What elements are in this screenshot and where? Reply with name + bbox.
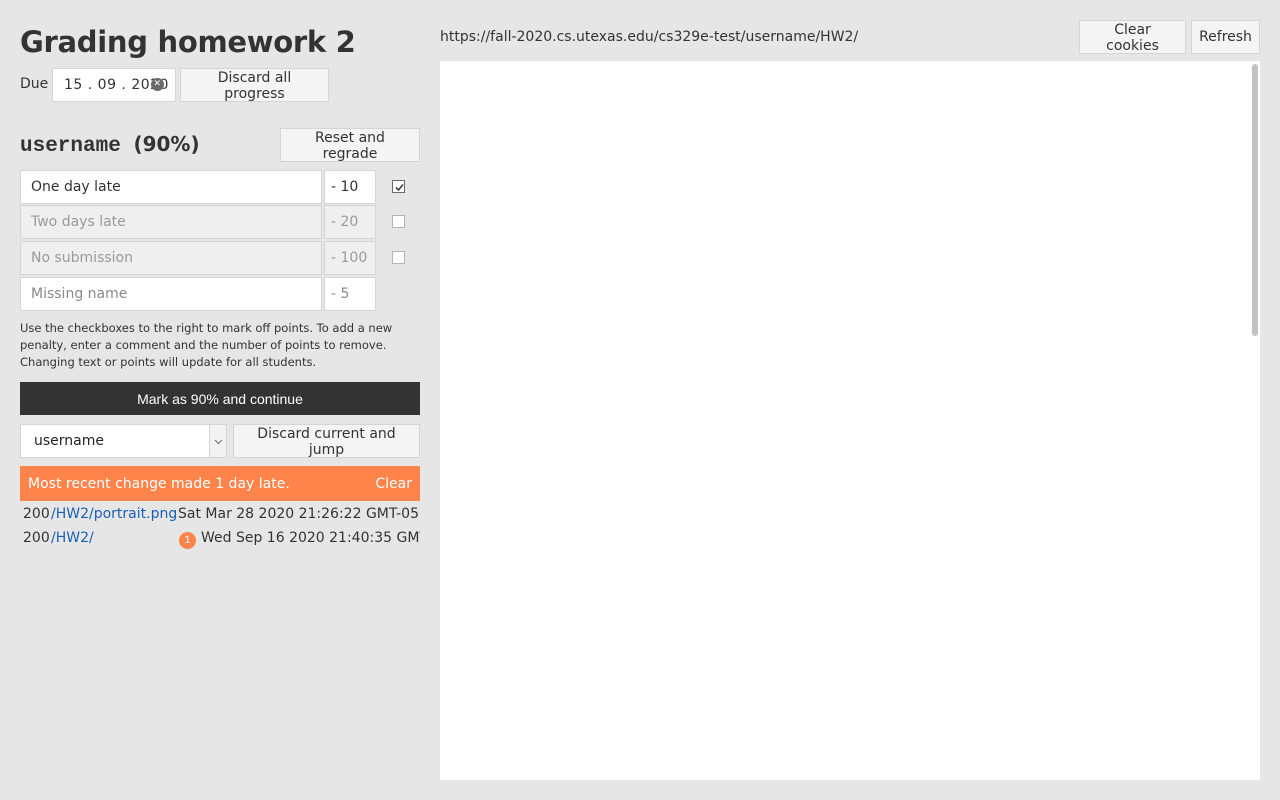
request-log: 200 /HW2/portrait.png Sat Mar 28 2020 21… [20, 504, 420, 564]
notice-clear-button[interactable]: Clear [375, 476, 412, 492]
due-date-input[interactable]: 15 . 09 . 2020 ✕ [52, 68, 176, 102]
log-row: 200 /HW2/ 1 Wed Sep 16 2020 21:40:35 GMT… [23, 530, 420, 552]
preview-scrollbar[interactable] [1251, 61, 1260, 780]
reset-and-regrade-button[interactable]: Reset and regrade [280, 128, 420, 162]
log-path-link[interactable]: /HW2/portrait.png [51, 506, 177, 522]
new-penalty-row: Missing name - 5 [20, 277, 420, 311]
log-status: 200 [23, 506, 50, 522]
log-path-link[interactable]: /HW2/ [51, 530, 94, 546]
log-status: 200 [23, 530, 50, 546]
log-row: 200 /HW2/portrait.png Sat Mar 28 2020 21… [23, 506, 420, 528]
penalty-points-input[interactable]: - 100 [324, 241, 376, 275]
grading-panel: Grading homework 2 Due 15 . 09 . 2020 ✕ … [20, 20, 420, 549]
penalty-row: Two days late - 20 [20, 205, 420, 239]
refresh-button[interactable]: Refresh [1191, 20, 1260, 54]
penalty-text-input[interactable]: No submission [20, 241, 322, 275]
select-arrow[interactable] [209, 424, 227, 458]
discard-and-jump-button[interactable]: Discard current and jump [233, 424, 420, 458]
penalty-text-input[interactable]: Two days late [20, 205, 322, 239]
recent-change-notice: Most recent change made 1 day late. Clea… [20, 466, 420, 501]
mark-and-continue-button[interactable]: Mark as 90% and continue [20, 382, 420, 415]
notice-text: Most recent change made 1 day late. [28, 476, 290, 492]
penalty-points-input[interactable]: - 20 [324, 205, 376, 239]
help-text: Use the checkboxes to the right to mark … [20, 321, 393, 369]
student-title: username (90%) [20, 132, 200, 158]
new-penalty-text-input[interactable]: Missing name [20, 277, 322, 311]
penalty-checkbox[interactable] [392, 251, 405, 264]
due-label: Due [20, 76, 49, 92]
log-time: Wed Sep 16 2020 21:40:35 GMT-0500 [201, 530, 420, 546]
clear-cookies-button[interactable]: Clear cookies [1079, 20, 1186, 54]
student-select[interactable]: username [20, 424, 227, 458]
student-select-value: username [34, 433, 104, 449]
penalty-points-input[interactable]: - 10 [324, 170, 376, 204]
due-row: Due 15 . 09 . 2020 ✕ Discard all progres… [20, 68, 420, 102]
penalty-checkbox[interactable] [392, 180, 405, 193]
clear-date-icon[interactable]: ✕ [151, 78, 164, 91]
penalty-row: One day late - 10 [20, 170, 420, 204]
log-time: Sat Mar 28 2020 21:26:22 GMT-0500 [178, 506, 420, 522]
scrollbar-thumb[interactable] [1252, 64, 1258, 336]
log-count-badge: 1 [179, 532, 196, 549]
penalty-text-input[interactable]: One day late [20, 170, 322, 204]
preview-frame[interactable] [440, 61, 1260, 780]
chevron-down-icon [214, 439, 223, 445]
discard-all-progress-button[interactable]: Discard all progress [180, 68, 329, 102]
page-title: Grading homework 2 [20, 25, 356, 59]
student-username: username [20, 135, 121, 158]
student-score: (90%) [133, 132, 200, 156]
preview-url: https://fall-2020.cs.utexas.edu/cs329e-t… [440, 29, 859, 45]
checkmark-icon [395, 184, 404, 192]
new-penalty-points-input[interactable]: - 5 [324, 277, 376, 311]
student-header: username (90%) Reset and regrade [20, 128, 420, 162]
penalty-checkbox[interactable] [392, 215, 405, 228]
penalty-row: No submission - 100 [20, 241, 420, 275]
